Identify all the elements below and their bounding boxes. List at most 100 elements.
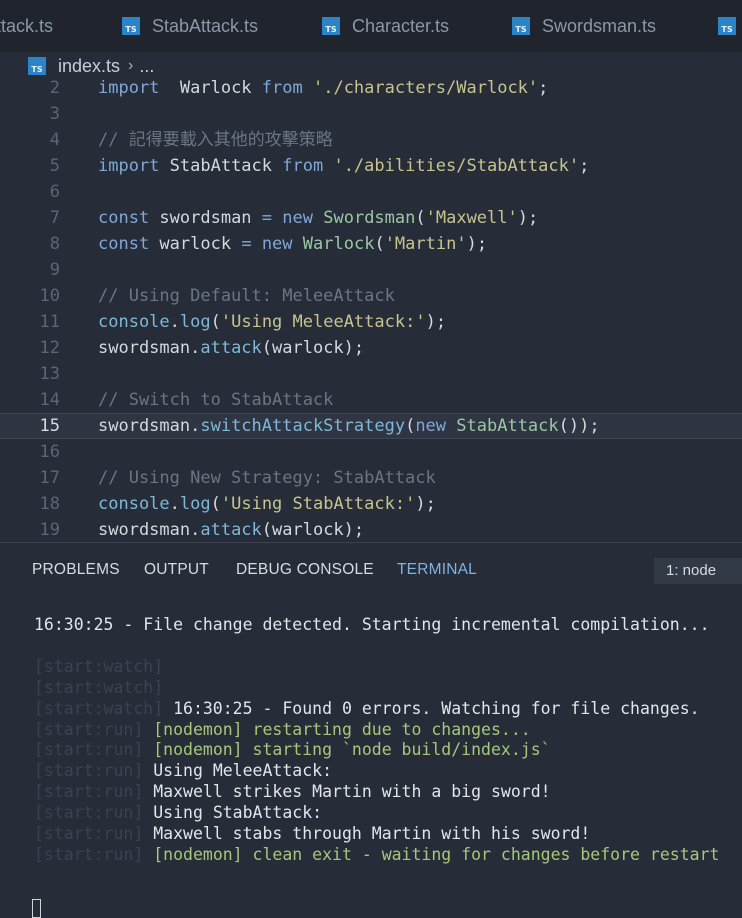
terminal-line: [start:run] [nodemon] starting `node bui… xyxy=(34,739,551,760)
code-text: // Using New Strategy: StabAttack xyxy=(98,465,436,491)
line-number: 9 xyxy=(49,260,60,280)
tab-label: Swordsman.ts xyxy=(542,15,657,36)
code-token: ; xyxy=(579,156,590,176)
code-token: const xyxy=(98,208,150,228)
breadcrumb-ellipsis[interactable]: ... xyxy=(139,56,154,77)
terminal-prefix: [start:run] xyxy=(34,824,144,843)
code-line[interactable]: 16 xyxy=(0,439,742,465)
terminal-text: 16:30:25 - Found 0 errors. Watching for … xyxy=(163,698,700,718)
code-token: . xyxy=(169,494,180,514)
terminal-prefix: [start:run] xyxy=(34,719,144,739)
line-number: 19 xyxy=(39,520,60,540)
tab-2[interactable]: TS Character.ts xyxy=(322,0,449,52)
code-line[interactable]: 6 xyxy=(0,179,742,205)
line-number: 12 xyxy=(39,338,60,358)
terminal-text: [nodemon] clean exit - waiting for chang… xyxy=(143,844,720,864)
terminal-text: [nodemon] starting `node build/index.js` xyxy=(143,740,551,760)
code-token: ( xyxy=(210,494,221,514)
code-text: // 記得要載入其他的攻擊策略 xyxy=(98,127,333,153)
tab-0[interactable]: ttack.ts xyxy=(0,0,53,52)
code-token: './characters/Warlock' xyxy=(312,80,539,98)
code-token: // Using Default: MeleeAttack xyxy=(98,286,395,306)
code-token: log xyxy=(179,494,211,514)
code-token: = xyxy=(261,208,273,228)
code-line[interactable]: 13 xyxy=(0,361,742,387)
terminal-text: Using MeleeAttack: xyxy=(143,761,333,781)
tab-4[interactable]: TS xyxy=(718,0,742,52)
code-token: new xyxy=(282,208,313,228)
code-line[interactable]: 10 // Using Default: MeleeAttack xyxy=(0,283,742,309)
terminal-text: Using StabAttack: xyxy=(143,803,323,823)
terminal-line: [start:run] [nodemon] clean exit - waiti… xyxy=(34,844,719,865)
tab-3[interactable]: TS Swordsman.ts xyxy=(512,0,656,52)
code-editor[interactable]: 2 import Warlock from './characters/Warlo… xyxy=(0,80,742,542)
code-token: warlock xyxy=(149,234,242,254)
code-token: ); xyxy=(517,208,539,228)
terminal-prefix: [start:watch] xyxy=(34,698,164,718)
line-number: 18 xyxy=(39,494,60,514)
code-line[interactable]: 14 // Switch to StabAttack xyxy=(0,387,742,413)
terminal-line: 16:30:25 - File change detected. Startin… xyxy=(34,614,710,635)
code-token: new xyxy=(261,234,293,254)
code-line[interactable]: 19 swordsman.attack(warlock); xyxy=(0,517,742,542)
panel-tabs: PROBLEMS OUTPUT DEBUG CONSOLE TERMINAL xyxy=(0,543,742,599)
code-token: swordsman xyxy=(149,208,262,228)
terminal-text: [nodemon] restarting due to changes... xyxy=(143,719,531,739)
line-number: 5 xyxy=(49,156,60,176)
code-text: swordsman.switchAttackStrategy(new StabA… xyxy=(98,414,600,438)
code-line[interactable]: 18 console.log('Using StabAttack:'); xyxy=(0,491,742,517)
panel-tab-problems[interactable]: PROBLEMS xyxy=(32,561,120,579)
terminal-select-dropdown[interactable]: 1: node xyxy=(654,558,742,584)
terminal-prefix: [start:run] xyxy=(34,740,144,760)
code-token: 'Using StabAttack:' xyxy=(220,494,416,514)
typescript-file-icon: TS xyxy=(512,17,530,35)
panel-tab-debug-console[interactable]: DEBUG CONSOLE xyxy=(236,561,374,579)
code-token: Swordsman xyxy=(323,208,416,228)
code-token: from xyxy=(261,80,303,98)
code-line[interactable]: 5 import StabAttack from './abilities/Sta… xyxy=(0,153,742,179)
code-token: from xyxy=(282,156,324,176)
line-number: 8 xyxy=(49,234,60,254)
terminal-prefix: [start:run] xyxy=(34,782,144,802)
code-token: const xyxy=(98,234,150,254)
terminal-prefix: [start:run] xyxy=(34,761,144,781)
panel-tab-output[interactable]: OUTPUT xyxy=(144,561,209,579)
code-text: console.log('Using MeleeAttack:'); xyxy=(98,309,446,335)
code-token: StabAttack xyxy=(159,156,283,176)
code-line[interactable]: 4 // 記得要載入其他的攻擊策略 xyxy=(0,127,742,153)
code-token: (warlock); xyxy=(261,338,365,358)
typescript-file-icon: TS xyxy=(322,17,340,35)
panel-tab-terminal[interactable]: TERMINAL xyxy=(397,561,477,579)
terminal-text: 16:30:25 - File change detected. Startin… xyxy=(34,615,710,634)
code-token: new xyxy=(415,416,447,436)
chevron-right-icon: › xyxy=(128,57,134,74)
code-line[interactable]: 2 import Warlock from './characters/Warlo… xyxy=(0,80,742,101)
code-line[interactable]: 17 // Using New Strategy: StabAttack xyxy=(0,465,742,491)
code-token: swordsman. xyxy=(98,338,201,358)
code-token: 'Maxwell' xyxy=(425,208,518,228)
typescript-file-icon: TS xyxy=(28,57,46,75)
code-token: StabAttack xyxy=(456,416,559,436)
code-token: swordsman. xyxy=(98,416,201,436)
editor-tab-bar: ttack.ts TS StabAttack.ts TS Character.ts TS S… xyxy=(0,0,742,52)
code-line[interactable]: 15 swordsman.switchAttackStrategy(new Sta… xyxy=(0,413,742,439)
tab-1[interactable]: TS StabAttack.ts xyxy=(122,0,258,52)
code-token: Warlock xyxy=(302,234,375,254)
tab-label: ttack.ts xyxy=(0,15,54,36)
code-line[interactable]: 11 console.log('Using MeleeAttack:'); xyxy=(0,309,742,335)
code-token: 'Using MeleeAttack:' xyxy=(220,312,426,332)
terminal-line: [start:watch] xyxy=(34,656,163,677)
code-token: attack xyxy=(200,520,262,540)
line-number: 4 xyxy=(49,130,60,150)
terminal[interactable]: 16:30:25 - File change detected. Startin… xyxy=(0,599,742,918)
breadcrumb: TS index.ts › ... xyxy=(0,52,742,80)
code-line[interactable]: 7 const swordsman = new Swordsman('Maxwel… xyxy=(0,205,742,231)
terminal-text: Maxwell stabs through Martin with his sw… xyxy=(143,824,591,843)
breadcrumb-file[interactable]: index.ts xyxy=(58,56,120,77)
code-line[interactable]: 3 xyxy=(0,101,742,127)
code-text: // Switch to StabAttack xyxy=(98,387,333,413)
code-line[interactable]: 12 swordsman.attack(warlock); xyxy=(0,335,742,361)
code-line[interactable]: 9 xyxy=(0,257,742,283)
code-line[interactable]: 8 const warlock = new Warlock('Martin'); xyxy=(0,231,742,257)
